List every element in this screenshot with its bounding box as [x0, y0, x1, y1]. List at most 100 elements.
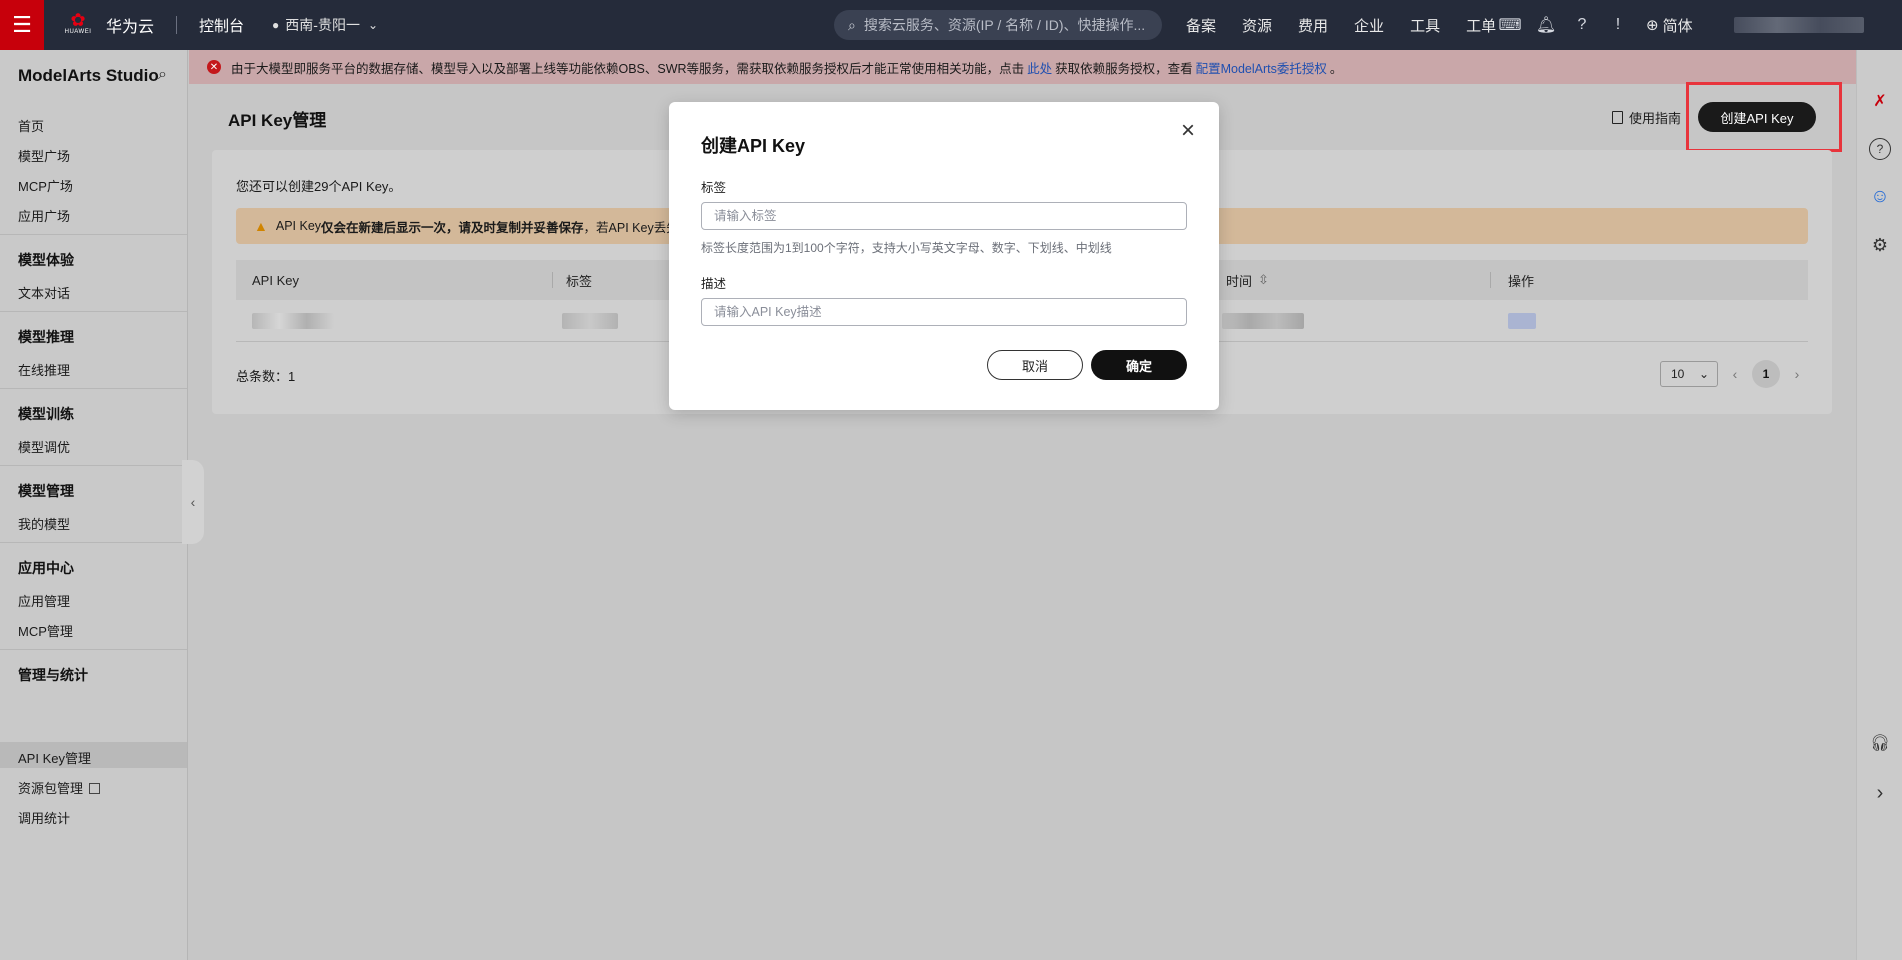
- sidebar-item-online-inference[interactable]: 在线推理: [18, 360, 70, 379]
- sidebar-item-mcp-square[interactable]: MCP广场: [18, 176, 73, 195]
- warning-suffix: ，若API Key丢失,: [583, 220, 683, 235]
- sidebar-item-my-models[interactable]: 我的模型: [18, 514, 70, 533]
- global-search-input[interactable]: ⌕ 搜索云服务、资源(IP / 名称 / ID)、快捷操作...: [834, 10, 1162, 40]
- external-link-icon: [89, 783, 101, 794]
- sidebar-group-experience: 模型体验: [18, 252, 74, 268]
- confirm-button[interactable]: 确定: [1091, 350, 1187, 380]
- authorization-banner: ✕ 由于大模型即服务平台的数据存储、模型导入以及部署上线等功能依赖OBS、SWR…: [189, 50, 1856, 84]
- annotation-highlight-box: [1686, 82, 1842, 152]
- banner-link-here[interactable]: 此处: [1027, 58, 1052, 77]
- action-links-redacted[interactable]: [1508, 313, 1536, 329]
- sidebar-collapse-chevron-icon[interactable]: ‹: [182, 460, 204, 544]
- cancel-button[interactable]: 取消: [987, 350, 1083, 380]
- hamburger-menu-icon[interactable]: ☰: [0, 0, 44, 50]
- top-nav-links: 备案 资源 费用 企业 工具 工单: [1186, 0, 1522, 50]
- sidebar-group-model-management: 模型管理: [18, 483, 74, 499]
- banner-text-middle: 获取依赖服务授权，查看: [1055, 61, 1193, 76]
- ai-assistant-icon[interactable]: ✗: [1869, 90, 1891, 112]
- sidebar-divider: [0, 388, 187, 389]
- column-header-time[interactable]: 时间 ⇳: [1226, 260, 1269, 300]
- nav-tickets[interactable]: 工单: [1466, 15, 1496, 36]
- divider: [176, 16, 178, 34]
- help-circle-icon[interactable]: ?: [1869, 138, 1891, 160]
- user-guide-label: 使用指南: [1629, 111, 1682, 126]
- pagination: 10 ⌄ ‹ 1 ›: [1660, 360, 1814, 388]
- expand-chevron-icon[interactable]: ›: [1869, 782, 1891, 804]
- sidebar-search-icon[interactable]: ⌕: [158, 66, 167, 84]
- banner-text: 由于大模型即服务平台的数据存储、模型导入以及部署上线等功能依赖OBS、SWR等服…: [231, 61, 1025, 76]
- nav-billing[interactable]: 费用: [1298, 15, 1328, 36]
- api-key-value-redacted: [252, 313, 334, 329]
- remaining-quota-text: 您还可以创建29个API Key。: [236, 179, 402, 194]
- column-header-time-label: 时间: [1226, 273, 1253, 289]
- warning-prefix: API Key: [275, 219, 322, 233]
- location-pin-icon: ●: [272, 18, 280, 32]
- terminal-icon[interactable]: ⌨: [1498, 15, 1521, 35]
- nav-enterprise[interactable]: 企业: [1354, 15, 1384, 36]
- page-size-value: 10: [1671, 367, 1685, 381]
- language-selector[interactable]: ⊕ 简体: [1646, 15, 1693, 36]
- region-selector[interactable]: ● 西南-贵阳一 ⌄: [272, 15, 378, 35]
- search-placeholder: 搜索云服务、资源(IP / 名称 / ID)、快捷操作...: [863, 17, 1146, 33]
- sidebar-item-resource-package[interactable]: 资源包管理: [18, 778, 101, 797]
- nav-tools[interactable]: 工具: [1410, 15, 1440, 36]
- sidebar-item-mcp-management[interactable]: MCP管理: [18, 621, 73, 640]
- sidebar: ModelArts Studio ⌕ 首页 模型广场 MCP广场 应用广场 模型…: [0, 50, 188, 960]
- column-separator: [1490, 272, 1491, 288]
- headset-icon[interactable]: 🎧︎: [1869, 732, 1891, 754]
- gear-icon[interactable]: ⚙: [1869, 234, 1891, 256]
- sidebar-group-training: 模型训练: [18, 406, 74, 422]
- page-number-current[interactable]: 1: [1752, 360, 1780, 388]
- sidebar-item-model-tuning[interactable]: 模型调优: [18, 437, 70, 456]
- description-label: 描述: [701, 277, 727, 291]
- huawei-logo-icon: ✿ HUAWEI: [64, 10, 92, 35]
- page-size-select[interactable]: 10 ⌄: [1660, 361, 1718, 387]
- sidebar-item-model-square[interactable]: 模型广场: [18, 146, 70, 165]
- user-account-redacted[interactable]: [1734, 17, 1864, 33]
- tag-value-redacted: [562, 313, 618, 329]
- top-icon-group: ⌨ 🔔︎ ? ! ⊕ 简体: [1498, 0, 1693, 50]
- sidebar-divider: [0, 311, 187, 312]
- banner-text-end: 。: [1329, 61, 1343, 76]
- sidebar-item-app-square[interactable]: 应用广场: [18, 206, 70, 225]
- time-value-redacted: [1222, 313, 1304, 329]
- console-link[interactable]: 控制台: [199, 15, 244, 36]
- smiley-service-icon[interactable]: ☺: [1869, 186, 1891, 208]
- next-page-icon[interactable]: ›: [1786, 366, 1808, 382]
- previous-page-icon[interactable]: ‹: [1724, 366, 1746, 382]
- warning-icon: ▲: [254, 218, 268, 234]
- bell-icon[interactable]: 🔔︎: [1536, 15, 1556, 35]
- banner-link-delegation[interactable]: 配置ModelArts委托授权: [1196, 58, 1327, 77]
- sort-icon[interactable]: ⇳: [1258, 272, 1269, 288]
- tag-input[interactable]: [701, 202, 1187, 230]
- sidebar-divider: [0, 649, 187, 650]
- brand-name: 华为云: [106, 19, 155, 36]
- feedback-icon[interactable]: !: [1608, 15, 1628, 35]
- sidebar-item-text-chat[interactable]: 文本对话: [18, 283, 70, 302]
- sidebar-divider: [0, 234, 187, 235]
- book-icon: [1612, 111, 1623, 124]
- sidebar-divider: [0, 465, 187, 466]
- page-title: API Key管理: [228, 111, 327, 130]
- sidebar-item-api-key-management[interactable]: API Key管理: [18, 748, 91, 767]
- region-label: 西南-贵阳一: [285, 17, 360, 33]
- brand[interactable]: ✿ HUAWEI 华为云: [64, 0, 154, 50]
- help-icon[interactable]: ?: [1572, 15, 1592, 35]
- nav-resources[interactable]: 资源: [1242, 15, 1272, 36]
- nav-filing[interactable]: 备案: [1186, 15, 1216, 36]
- sidebar-item-call-stats[interactable]: 调用统计: [18, 808, 70, 827]
- close-icon[interactable]: ×: [1177, 119, 1199, 143]
- globe-icon: ⊕: [1646, 17, 1659, 34]
- column-header-api-key: API Key: [252, 272, 299, 288]
- sidebar-divider: [0, 542, 187, 543]
- sidebar-item-home[interactable]: 首页: [18, 116, 44, 135]
- column-header-actions: 操作: [1508, 273, 1535, 289]
- dialog-title: 创建API Key: [701, 136, 806, 156]
- language-label: 简体: [1662, 17, 1693, 35]
- column-header-tag: 标签: [566, 273, 593, 289]
- create-api-key-dialog: 创建API Key × 标签 标签长度范围为1到100个字符，支持大小写英文字母…: [669, 102, 1219, 410]
- column-separator: [552, 272, 553, 288]
- sidebar-item-app-management[interactable]: 应用管理: [18, 591, 70, 610]
- description-input[interactable]: [701, 298, 1187, 326]
- user-guide-link[interactable]: 使用指南: [1612, 108, 1681, 127]
